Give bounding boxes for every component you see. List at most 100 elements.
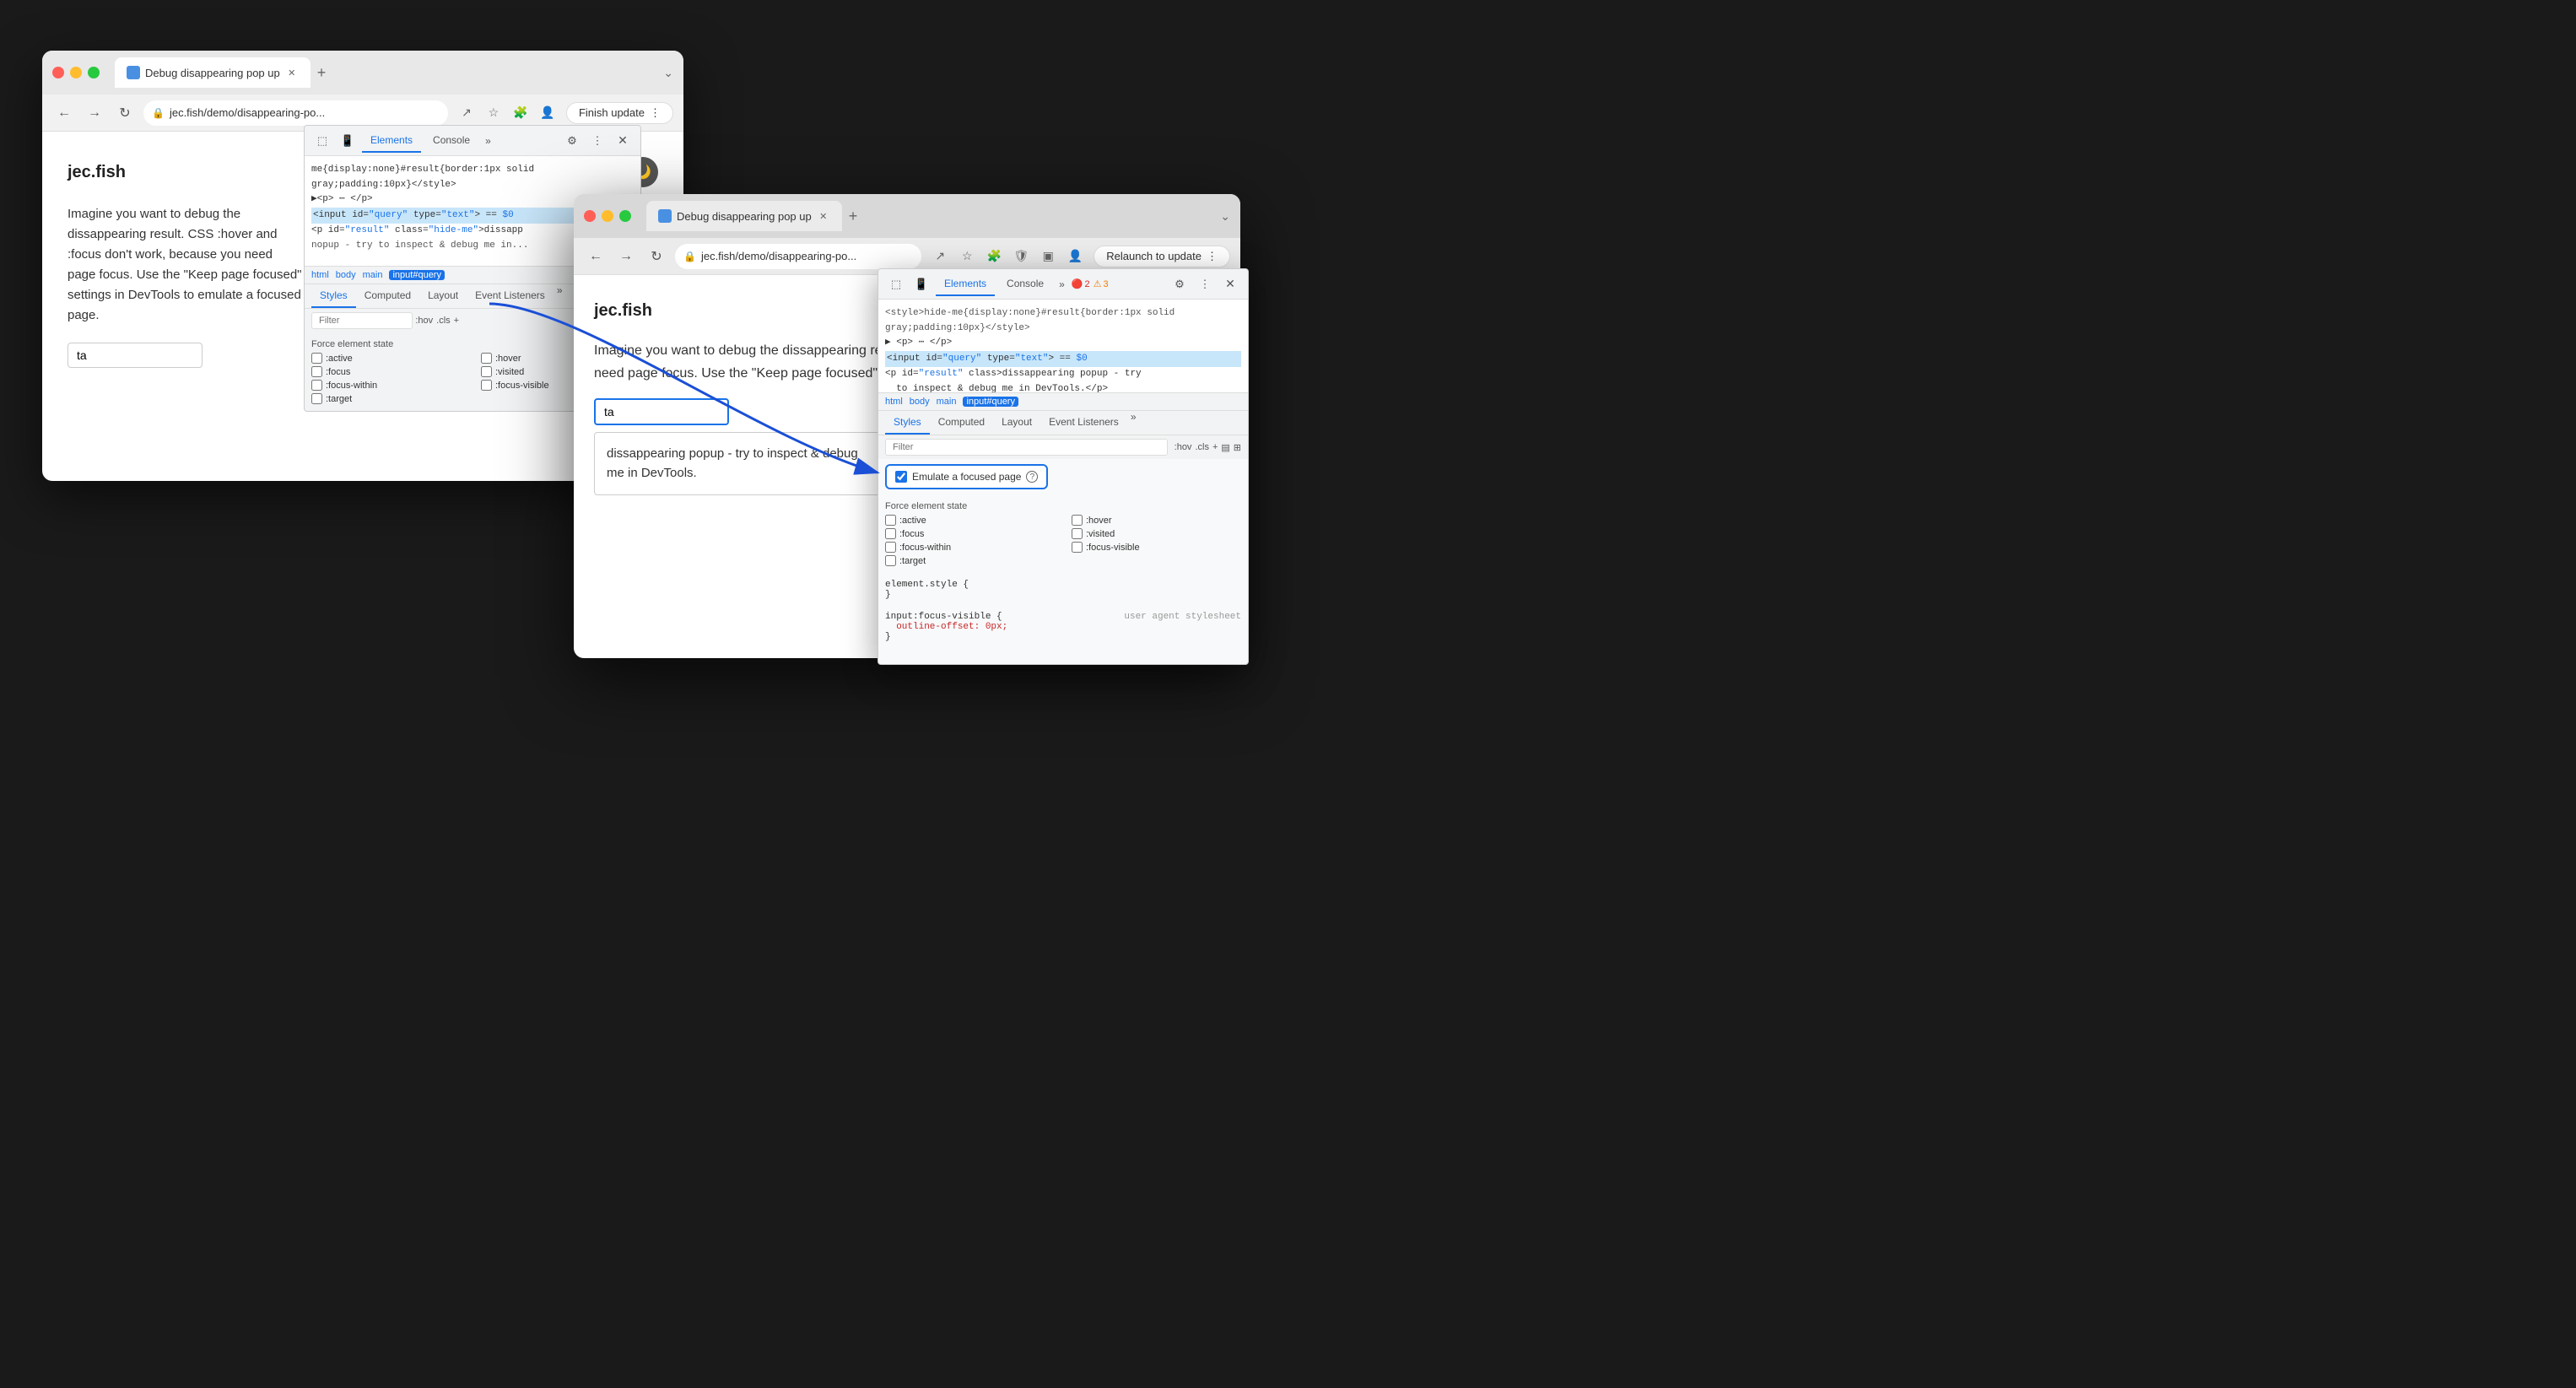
- extension-icon-front[interactable]: 🧩: [982, 245, 1006, 268]
- devtools-settings-icon-back[interactable]: ⚙: [561, 130, 583, 152]
- filter-input-back[interactable]: [311, 312, 413, 329]
- subtab-event-listeners-front[interactable]: Event Listeners: [1040, 411, 1127, 435]
- devtools-tab-console-back[interactable]: Console: [424, 129, 478, 153]
- bc-html-back[interactable]: html: [311, 270, 329, 280]
- new-tab-button-back[interactable]: +: [311, 64, 333, 82]
- new-tab-button-front[interactable]: +: [842, 208, 865, 225]
- tab-close-back[interactable]: ✕: [285, 66, 299, 79]
- device-icon-front[interactable]: 📱: [910, 273, 932, 295]
- minimize-button-front[interactable]: [602, 210, 613, 222]
- devtools-more-tabs-front[interactable]: »: [1056, 278, 1068, 290]
- subtab-computed-front[interactable]: Computed: [930, 411, 993, 435]
- devtools-menu-icon-back[interactable]: ⋮: [586, 130, 608, 152]
- active-tab-back[interactable]: Debug disappearing pop up ✕: [115, 57, 311, 88]
- close-button-front[interactable]: [584, 210, 596, 222]
- star-icon-front[interactable]: ☆: [955, 245, 979, 268]
- force-state-section-front: Force element state :active :hover :focu…: [878, 494, 1248, 573]
- share-icon-back[interactable]: ↗: [455, 101, 478, 125]
- bc-main-front[interactable]: main: [937, 397, 957, 407]
- profile-icon-front[interactable]: 👤: [1063, 245, 1087, 268]
- back-nav-front[interactable]: ←: [584, 245, 608, 268]
- state-target-back[interactable]: :target: [311, 393, 464, 404]
- reader-icon-front[interactable]: ▣: [1036, 245, 1060, 268]
- address-box-front[interactable]: 🔒 jec.fish/demo/disappearing-po...: [675, 244, 921, 269]
- inspect-icon-front[interactable]: ⬚: [885, 273, 907, 295]
- subtabs-more-back[interactable]: »: [554, 284, 566, 308]
- state-active-back[interactable]: :active: [311, 353, 464, 364]
- subtabs-more-front[interactable]: »: [1127, 411, 1140, 435]
- devtools-settings-icon-front[interactable]: ⚙: [1169, 273, 1191, 295]
- maximize-button-back[interactable]: [88, 67, 100, 78]
- devtools-close-icon-front[interactable]: ✕: [1219, 273, 1241, 295]
- share-icon-front[interactable]: ↗: [928, 245, 952, 268]
- profile-icon-back[interactable]: 👤: [536, 101, 559, 125]
- active-tab-front[interactable]: Debug disappearing pop up ✕: [646, 201, 842, 231]
- extension-icon-back[interactable]: 🧩: [509, 101, 532, 125]
- cls-button-back[interactable]: .cls: [436, 316, 451, 326]
- subtab-styles-back[interactable]: Styles: [311, 284, 356, 308]
- subtab-event-listeners-back[interactable]: Event Listeners: [467, 284, 554, 308]
- computed-icon-front[interactable]: ▤: [1221, 442, 1229, 453]
- device-icon-back[interactable]: 📱: [337, 130, 359, 152]
- reload-button-front[interactable]: ↻: [645, 245, 668, 268]
- finish-update-button[interactable]: Finish update ⋮: [566, 102, 673, 124]
- filter-input-front[interactable]: [885, 439, 1168, 456]
- layout-icon-front[interactable]: ⊞: [1234, 442, 1241, 453]
- tab-list-button-back[interactable]: ⌄: [663, 66, 673, 80]
- forward-nav-front[interactable]: →: [614, 245, 638, 268]
- hov-button-front[interactable]: :hov: [1175, 442, 1192, 452]
- html-front-highlighted[interactable]: <input id="query" type="text"> == $0: [885, 351, 1241, 368]
- state-focus-within-back[interactable]: :focus-within: [311, 380, 464, 391]
- search-input-back[interactable]: [68, 343, 203, 368]
- state-focus-back[interactable]: :focus: [311, 366, 464, 377]
- breadcrumb-bar-front: html body main input#query: [878, 392, 1248, 411]
- cls-button-front[interactable]: .cls: [1195, 442, 1209, 452]
- reload-button-back[interactable]: ↻: [113, 101, 137, 125]
- state-active-front[interactable]: :active: [885, 515, 1055, 526]
- forward-nav-button[interactable]: →: [83, 101, 106, 125]
- devtools-close-icon-back[interactable]: ✕: [612, 130, 634, 152]
- tab-list-button-front[interactable]: ⌄: [1220, 209, 1230, 224]
- emulate-focused-checkbox[interactable]: [895, 471, 907, 483]
- address-box-back[interactable]: 🔒 jec.fish/demo/disappearing-po...: [143, 100, 448, 126]
- subtab-layout-front[interactable]: Layout: [993, 411, 1040, 435]
- error-count: 2: [1084, 279, 1089, 289]
- emulate-focused-page-box[interactable]: Emulate a focused page ?: [885, 464, 1048, 489]
- bc-html-front[interactable]: html: [885, 397, 903, 407]
- inspect-icon-back[interactable]: ⬚: [311, 130, 333, 152]
- relaunch-to-update-button[interactable]: Relaunch to update ⋮: [1094, 246, 1230, 267]
- state-target-front[interactable]: :target: [885, 555, 1055, 566]
- devtools-tab-elements-back[interactable]: Elements: [362, 129, 421, 153]
- devtools-menu-icon-front[interactable]: ⋮: [1194, 273, 1216, 295]
- close-button-back[interactable]: [52, 67, 64, 78]
- bc-input-front[interactable]: input#query: [963, 397, 1018, 407]
- bc-body-back[interactable]: body: [336, 270, 356, 280]
- bc-input-back[interactable]: input#query: [389, 270, 445, 280]
- state-hover-front[interactable]: :hover: [1072, 515, 1241, 526]
- devtools-tab-elements-front[interactable]: Elements: [936, 273, 995, 296]
- subtab-computed-back[interactable]: Computed: [356, 284, 419, 308]
- tab-close-front[interactable]: ✕: [817, 209, 830, 223]
- state-focus-within-front[interactable]: :focus-within: [885, 542, 1055, 553]
- subtab-styles-front[interactable]: Styles: [885, 411, 930, 435]
- state-focus-front[interactable]: :focus: [885, 528, 1055, 539]
- add-rule-button-back[interactable]: +: [454, 316, 459, 326]
- minimize-button-back[interactable]: [70, 67, 82, 78]
- force-state-label-front: Force element state: [885, 501, 1241, 511]
- bc-main-back[interactable]: main: [363, 270, 383, 280]
- hov-button-back[interactable]: :hov: [415, 316, 433, 326]
- add-rule-button-front[interactable]: +: [1212, 442, 1218, 452]
- devtools-more-tabs-back[interactable]: »: [482, 135, 494, 147]
- maximize-button-front[interactable]: [619, 210, 631, 222]
- subtab-layout-back[interactable]: Layout: [419, 284, 467, 308]
- security-icon-front[interactable]: 🛡: [1009, 245, 1033, 268]
- devtools-tab-console-front[interactable]: Console: [998, 273, 1052, 296]
- state-focus-visible-front[interactable]: :focus-visible: [1072, 542, 1241, 553]
- back-nav-button[interactable]: ←: [52, 101, 76, 125]
- html-front-line-0: <style>hide-me{display:none}#result{bord…: [885, 306, 1241, 336]
- state-visited-front[interactable]: :visited: [1072, 528, 1241, 539]
- search-input-front[interactable]: [594, 398, 729, 425]
- bc-body-front[interactable]: body: [910, 397, 930, 407]
- star-icon-back[interactable]: ☆: [482, 101, 505, 125]
- help-icon-emulate[interactable]: ?: [1026, 471, 1038, 483]
